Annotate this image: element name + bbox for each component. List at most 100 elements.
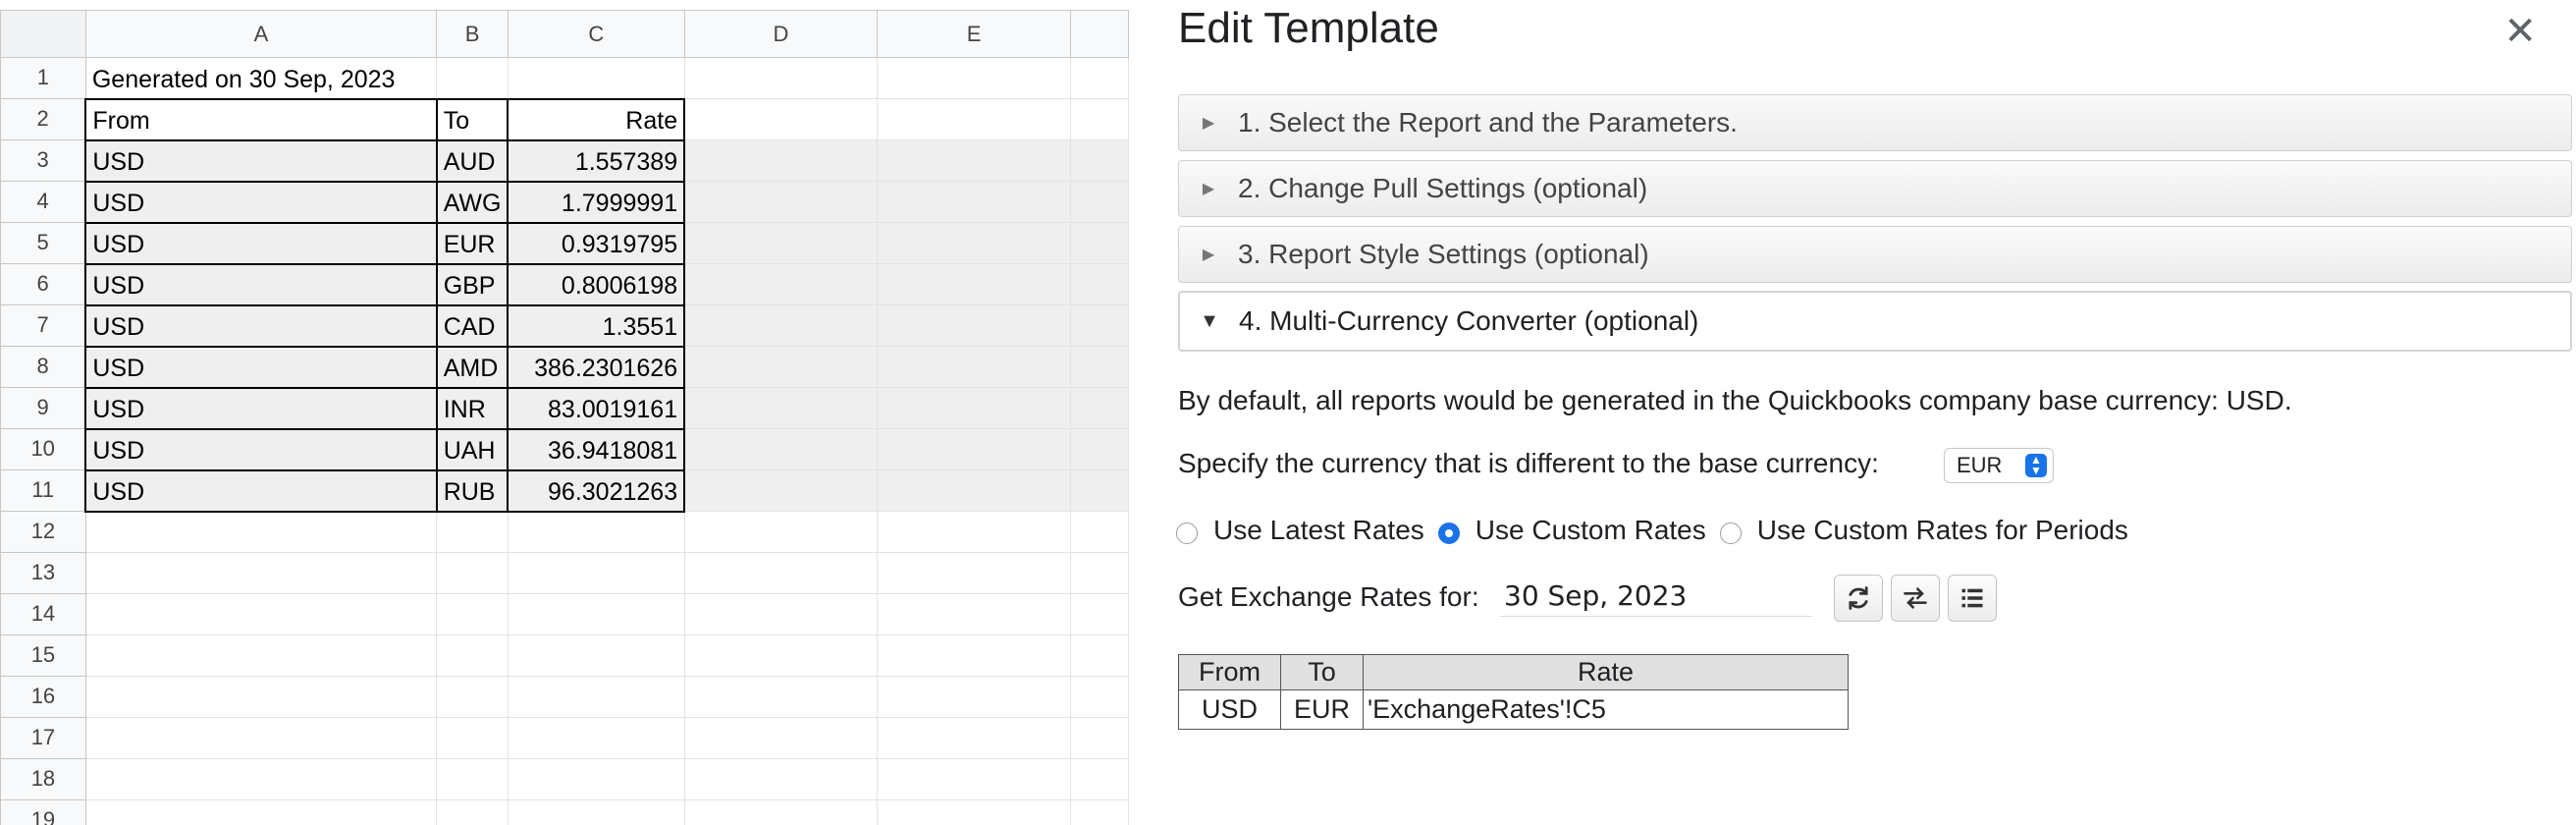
cell-e[interactable] [877,57,1071,99]
cell-f[interactable] [1069,593,1129,635]
cell-c[interactable]: 1.557389 [507,138,686,183]
cell-e[interactable] [877,469,1071,512]
cell-a[interactable]: USD [84,345,438,389]
section-multi-currency[interactable]: ▼ 4. Multi-Currency Converter (optional) [1178,291,2572,352]
cell-c[interactable] [507,511,685,553]
row-header[interactable]: 1 [0,57,86,99]
cell-d[interactable] [683,469,879,512]
cell-a[interactable] [84,717,438,759]
cell-f[interactable] [1069,98,1129,140]
cell-b[interactable] [436,57,509,99]
cell-b[interactable]: CAD [435,303,510,348]
cell-e[interactable] [877,428,1071,470]
cell-c[interactable]: Rate [507,97,686,141]
cell-f[interactable] [1069,346,1129,388]
cell-a[interactable]: USD [84,427,438,471]
cell-d[interactable] [683,717,879,759]
cell-d[interactable] [683,263,879,305]
row-header[interactable]: 8 [0,346,86,388]
cell-f[interactable] [1069,469,1129,512]
cell-c[interactable]: 83.0019161 [507,386,686,430]
cell-f[interactable] [1069,181,1129,223]
cell-e[interactable] [877,139,1071,182]
cell-b[interactable] [436,676,509,718]
cell-a[interactable]: Generated on 30 Sep, 2023 [84,57,438,99]
cell-a[interactable] [84,511,438,553]
rates-cell-to[interactable]: EUR [1280,689,1364,730]
cell-e[interactable] [877,304,1071,347]
rates-cell-rate[interactable]: 'ExchangeRates'!C5 [1363,689,1849,730]
cell-f[interactable] [1069,634,1129,677]
cell-e[interactable] [877,387,1071,429]
row-header[interactable]: 3 [0,139,86,182]
cell-c[interactable] [507,717,685,759]
cell-c[interactable] [507,552,685,594]
cell-d[interactable] [683,758,879,800]
cell-b[interactable] [436,799,509,825]
cell-d[interactable] [683,676,879,718]
cell-f[interactable] [1069,57,1129,99]
cell-f[interactable] [1069,263,1129,305]
cell-c[interactable]: 386.2301626 [507,345,686,389]
cell-b[interactable]: AUD [435,138,510,183]
refresh-button[interactable] [1834,575,1883,622]
cell-e[interactable] [877,511,1071,553]
rates-cell-from[interactable]: USD [1178,689,1281,730]
cell-d[interactable] [683,387,879,429]
cell-b[interactable]: INR [435,386,510,430]
radio-custom-rates-periods-label[interactable]: Use Custom Rates for Periods [1757,515,2128,546]
column-header-c[interactable]: C [507,10,685,58]
cell-c[interactable] [507,799,685,825]
cell-e[interactable] [877,758,1071,800]
cell-f[interactable] [1069,222,1129,264]
cell-e[interactable] [877,98,1071,140]
cell-b[interactable]: EUR [435,221,510,265]
cell-b[interactable]: RUB [435,468,510,513]
column-header-a[interactable]: A [84,10,438,58]
cell-b[interactable]: GBP [435,262,510,306]
cell-e[interactable] [877,634,1071,677]
cell-f[interactable] [1069,304,1129,347]
cell-a[interactable] [84,758,438,800]
cell-c[interactable]: 0.8006198 [507,262,686,306]
cell-b[interactable]: To [435,97,510,141]
cell-d[interactable] [683,634,879,677]
cell-c[interactable] [507,57,685,99]
cell-c[interactable]: 96.3021263 [507,468,686,513]
cell-c[interactable] [507,593,685,635]
cell-e[interactable] [877,717,1071,759]
cell-b[interactable]: UAH [435,427,510,471]
cell-a[interactable] [84,634,438,677]
cell-a[interactable] [84,799,438,825]
cell-c[interactable]: 36.9418081 [507,427,686,471]
column-header-e[interactable]: E [877,10,1071,58]
cell-d[interactable] [683,511,879,553]
list-button[interactable] [1948,575,1997,622]
row-header[interactable]: 5 [0,222,86,264]
row-header[interactable]: 15 [0,634,86,677]
cell-f[interactable] [1069,387,1129,429]
row-header[interactable]: 10 [0,428,86,470]
row-header[interactable]: 19 [0,799,86,825]
cell-d[interactable] [683,304,879,347]
column-header-f[interactable] [1069,10,1129,58]
cell-f[interactable] [1069,552,1129,594]
cell-d[interactable] [683,139,879,182]
cell-c[interactable] [507,676,685,718]
row-header[interactable]: 7 [0,304,86,347]
cell-a[interactable]: From [84,97,438,141]
row-header[interactable]: 6 [0,263,86,305]
cell-b[interactable] [436,634,509,677]
cell-a[interactable]: USD [84,262,438,306]
cell-d[interactable] [683,799,879,825]
cell-a[interactable]: USD [84,386,438,430]
row-header[interactable]: 17 [0,717,86,759]
cell-b[interactable]: AMD [435,345,510,389]
cell-b[interactable] [436,593,509,635]
currency-select[interactable]: EUR ▲ ▼ [1944,448,2054,483]
radio-latest-rates-label[interactable]: Use Latest Rates [1213,515,1424,546]
cell-c[interactable] [507,634,685,677]
cell-b[interactable]: AWG [435,180,510,224]
cell-b[interactable] [436,758,509,800]
cell-e[interactable] [877,181,1071,223]
